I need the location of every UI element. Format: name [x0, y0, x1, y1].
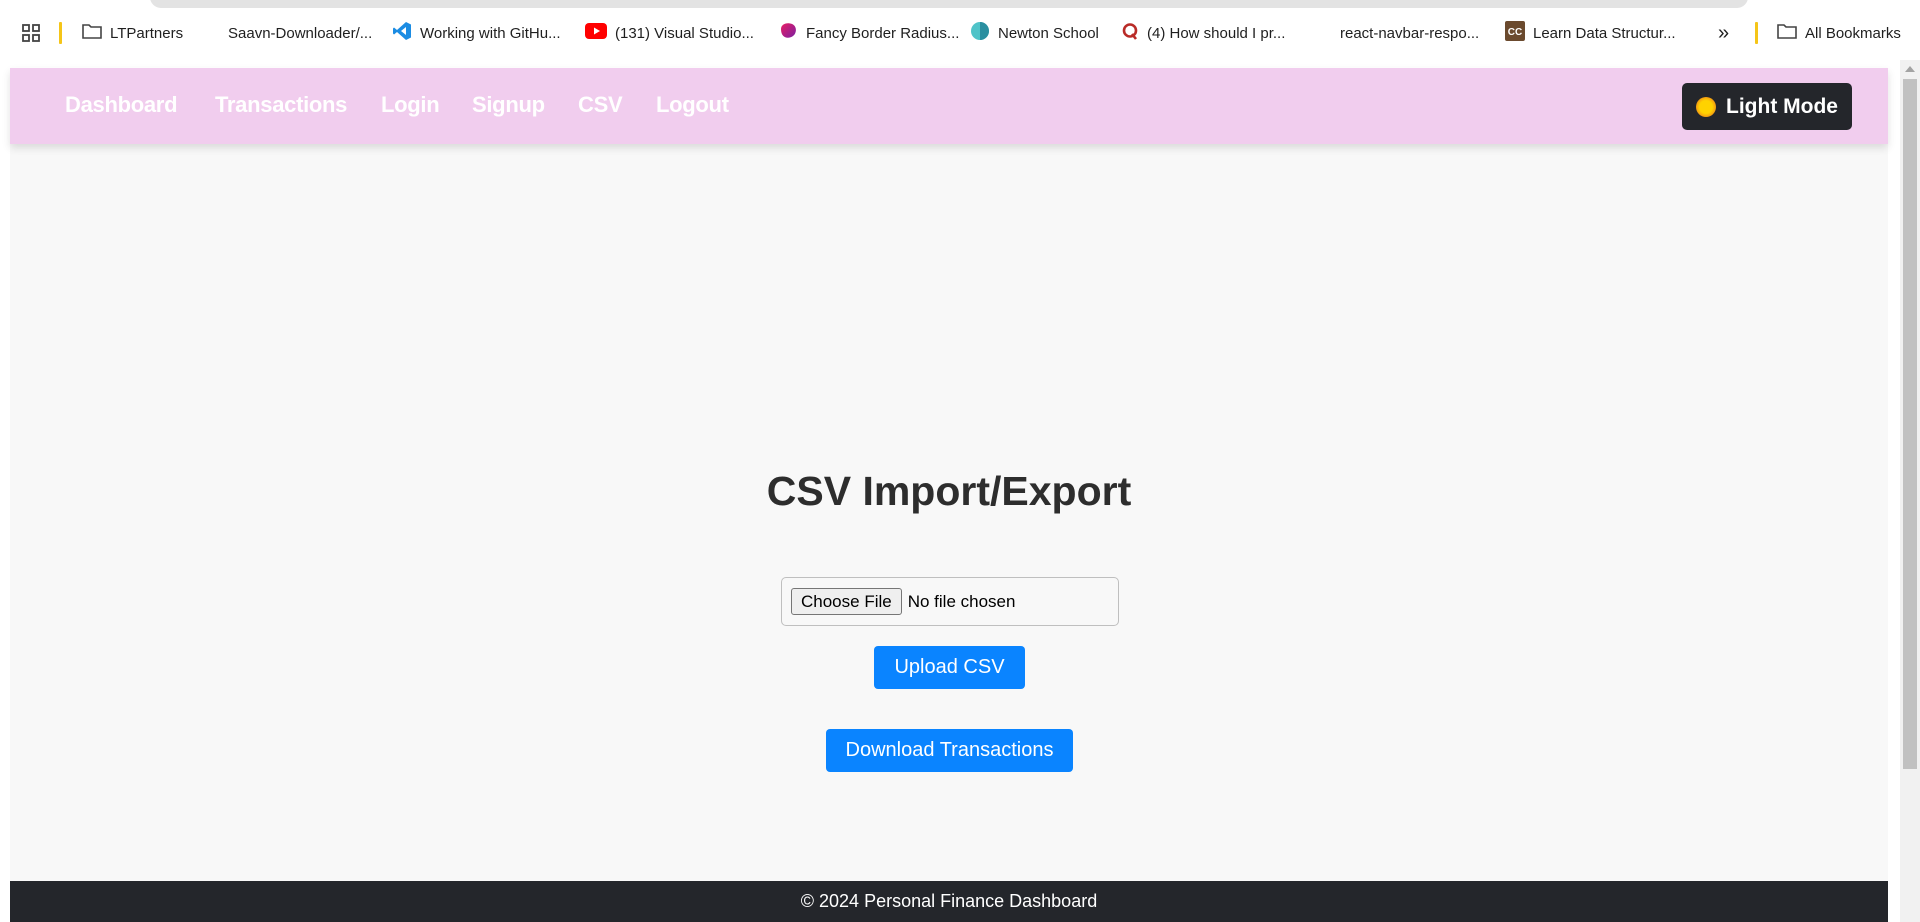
quora-icon [1121, 22, 1139, 44]
bookmark-separator [59, 22, 62, 44]
bookmark-how-should-i[interactable]: (4) How should I pr... [1121, 22, 1285, 44]
nav-link-login[interactable]: Login [381, 92, 440, 118]
page-title: CSV Import/Export [766, 468, 1132, 514]
chevron-double-right-icon: » [1718, 21, 1730, 44]
scroll-up-icon[interactable] [1905, 66, 1915, 72]
nav-link-csv[interactable]: CSV [578, 92, 623, 118]
bookmark-label: (4) How should I pr... [1147, 24, 1286, 42]
bookmark-ltpartners[interactable]: LTPartners [82, 22, 183, 44]
address-bar-edge [150, 0, 1748, 8]
bookmarks-overflow-button[interactable]: » [1718, 22, 1729, 44]
navbar: Dashboard Transactions Login Signup CSV … [10, 68, 1888, 144]
bookmark-label: react-navbar-respo... [1340, 24, 1480, 42]
light-mode-button[interactable]: Light Mode [1682, 83, 1852, 130]
bookmark-label: (131) Visual Studio... [615, 24, 754, 42]
bookmark-label: Saavn-Downloader/... [228, 24, 373, 42]
choose-file-button[interactable]: Choose File [791, 588, 902, 615]
svg-text:CC: CC [1508, 27, 1522, 38]
bookmark-fancy-border-radius[interactable]: Fancy Border Radius... [778, 22, 959, 44]
nav-link-signup[interactable]: Signup [472, 92, 545, 118]
file-status: No file chosen [907, 591, 1016, 611]
bookmark-label: Learn Data Structur... [1533, 24, 1676, 42]
page-content: Dashboard Transactions Login Signup CSV … [10, 68, 1888, 922]
light-mode-label: Light Mode [1726, 94, 1838, 118]
footer: © 2024 Personal Finance Dashboard [10, 881, 1888, 922]
upload-csv-button[interactable]: Upload CSV [874, 646, 1025, 689]
bookmarks-bar: LTPartners Saavn-Downloader/... Working … [0, 0, 1920, 68]
bookmark-working-with-github[interactable]: Working with GitHu... [392, 22, 561, 44]
bookmark-react-navbar[interactable]: react-navbar-respo... [1340, 22, 1479, 44]
all-bookmarks-label: All Bookmarks [1805, 24, 1901, 42]
bookmark-label: LTPartners [110, 24, 184, 42]
apps-icon[interactable] [22, 22, 40, 44]
all-bookmarks-button[interactable]: All Bookmarks [1777, 22, 1901, 44]
bookmark-visual-studio[interactable]: (131) Visual Studio... [585, 22, 754, 44]
nav-link-logout[interactable]: Logout [656, 92, 729, 118]
folder-icon [82, 23, 102, 43]
bookmark-newton-school[interactable]: Newton School [970, 22, 1099, 44]
cc-icon: CC [1505, 21, 1525, 45]
bookmark-label: Fancy Border Radius... [806, 24, 960, 42]
vscode-icon [392, 21, 412, 45]
youtube-icon [585, 23, 607, 43]
bookmark-separator [1755, 22, 1758, 44]
newton-icon [970, 21, 990, 45]
bookmark-saavn-downloader[interactable]: Saavn-Downloader/... [228, 22, 372, 44]
nav-link-dashboard[interactable]: Dashboard [65, 92, 178, 118]
bookmark-learn-data-structures[interactable]: CC Learn Data Structur... [1505, 21, 1676, 45]
blob-icon [778, 21, 798, 45]
file-input[interactable]: Choose File No file chosen [781, 577, 1119, 626]
sun-icon [1696, 96, 1716, 117]
footer-text: © 2024 Personal Finance Dashboard [800, 891, 1098, 911]
download-transactions-button[interactable]: Download Transactions [826, 729, 1073, 772]
folder-icon [1777, 23, 1797, 43]
bookmark-label: Newton School [998, 24, 1099, 42]
bookmark-label: Working with GitHu... [420, 24, 561, 42]
nav-link-transactions[interactable]: Transactions [215, 92, 347, 118]
scrollbar-thumb[interactable] [1903, 79, 1917, 769]
